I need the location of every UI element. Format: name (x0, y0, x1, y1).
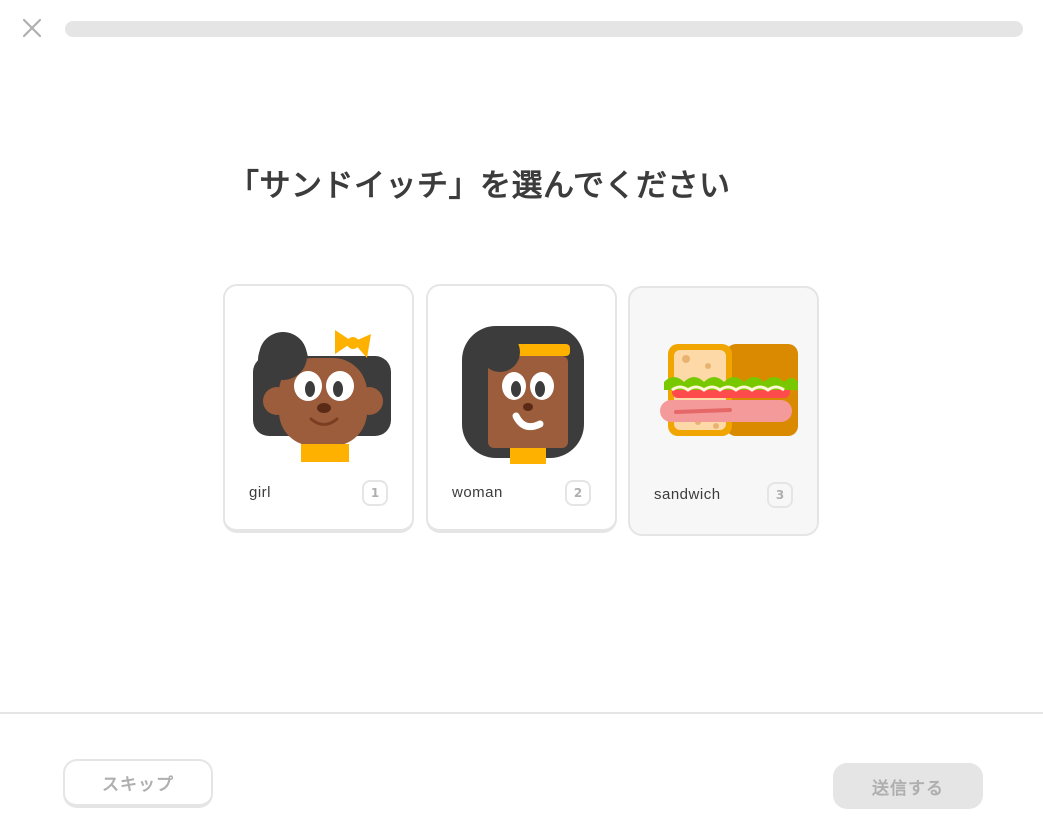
choice-key-badge: 2 (565, 480, 591, 506)
close-button[interactable] (20, 16, 44, 40)
choice-card-woman[interactable]: woman 2 (426, 284, 617, 533)
skip-button[interactable]: スキップ (63, 759, 213, 808)
choice-label: woman (452, 484, 503, 501)
choice-label: sandwich (654, 486, 721, 503)
close-icon (22, 18, 42, 38)
choice-card-girl[interactable]: girl 1 (223, 284, 414, 533)
choice-list: girl 1 woman 2 sandwich 3 (223, 284, 823, 540)
lesson-page: 「サンドイッチ」を選んでください girl 1 woman 2 sandwich… (0, 0, 1043, 824)
choice-key-badge: 3 (767, 482, 793, 508)
choice-label: girl (249, 484, 272, 501)
submit-button[interactable]: 送信する (833, 763, 983, 809)
woman-illustration (462, 326, 584, 464)
footer-divider (0, 712, 1043, 714)
progress-bar (65, 21, 1023, 37)
choice-card-sandwich[interactable]: sandwich 3 (628, 286, 819, 536)
sandwich-illustration (660, 344, 798, 436)
question-prompt: 「サンドイッチ」を選んでください (228, 168, 731, 204)
choice-key-badge: 1 (362, 480, 388, 506)
girl-illustration (253, 330, 391, 462)
